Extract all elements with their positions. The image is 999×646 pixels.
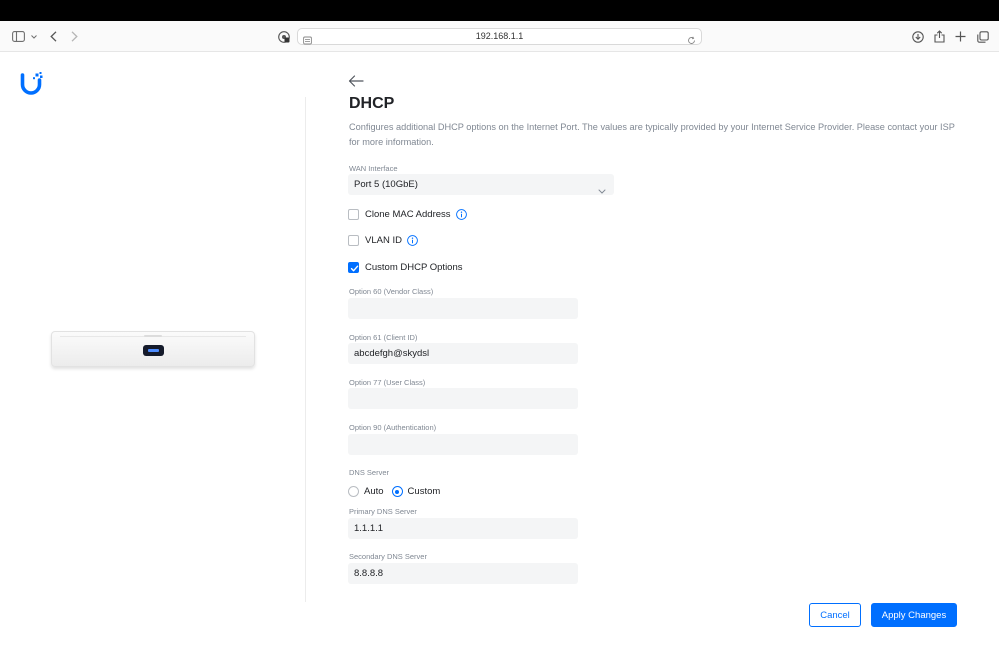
- wan-interface-value: Port 5 (10GbE): [354, 179, 418, 190]
- address-bar[interactable]: 192.168.1.1: [297, 28, 702, 45]
- page-title: DHCP: [349, 95, 395, 112]
- custom-dhcp-row[interactable]: Custom DHCP Options: [348, 260, 463, 274]
- option-61-label: Option 61 (Client ID): [349, 333, 418, 342]
- custom-dhcp-checkbox[interactable]: [348, 261, 359, 273]
- site-privacy-icon[interactable]: [277, 21, 291, 52]
- cancel-button[interactable]: Cancel: [809, 603, 861, 627]
- reload-icon[interactable]: [687, 32, 696, 50]
- secondary-dns-input[interactable]: [348, 563, 578, 584]
- info-icon[interactable]: [455, 208, 467, 220]
- vlan-id-label: VLAN ID: [365, 234, 402, 246]
- device-display: [143, 345, 164, 356]
- forward-nav-icon[interactable]: [68, 21, 80, 52]
- dns-custom-label: Custom: [407, 486, 441, 497]
- tab-overview-icon[interactable]: [976, 21, 989, 52]
- checkmark-icon: [350, 265, 359, 271]
- system-menu-bar: [0, 0, 999, 21]
- device-image: [51, 331, 255, 367]
- url-text: 192.168.1.1: [475, 31, 524, 41]
- wan-interface-label: WAN Interface: [349, 164, 398, 173]
- apply-changes-button[interactable]: Apply Changes: [871, 603, 957, 627]
- option-77-label: Option 77 (User Class): [349, 378, 426, 387]
- option-60-input[interactable]: [348, 298, 578, 319]
- dns-auto-label: Auto: [364, 486, 384, 497]
- info-icon[interactable]: [407, 234, 418, 246]
- panel-divider: [305, 97, 306, 602]
- dns-custom-radio[interactable]: [391, 486, 403, 497]
- back-nav-icon[interactable]: [47, 21, 59, 52]
- clone-mac-label: Clone MAC Address: [365, 208, 451, 220]
- new-tab-icon[interactable]: [954, 21, 967, 52]
- clone-mac-checkbox[interactable]: [348, 208, 359, 220]
- share-icon[interactable]: [933, 21, 946, 52]
- primary-dns-label: Primary DNS Server: [349, 507, 417, 516]
- option-60-label: Option 60 (Vendor Class): [349, 287, 434, 296]
- option-61-input[interactable]: [348, 343, 578, 364]
- option-90-label: Option 90 (Authentication): [349, 423, 437, 432]
- secondary-dns-label: Secondary DNS Server: [349, 552, 427, 561]
- clone-mac-row[interactable]: Clone MAC Address: [348, 207, 467, 221]
- vlan-id-checkbox[interactable]: [348, 234, 359, 246]
- primary-dns-input[interactable]: [348, 518, 578, 539]
- browser-toolbar: 192.168.1.1: [0, 21, 999, 52]
- ubiquiti-logo-icon[interactable]: [20, 72, 44, 101]
- option-77-input[interactable]: [348, 388, 578, 409]
- back-arrow-icon[interactable]: [348, 74, 366, 90]
- chevron-down-icon: [598, 181, 606, 199]
- option-90-input[interactable]: [348, 434, 578, 455]
- page-description: Configures additional DHCP options on th…: [349, 122, 955, 147]
- custom-dhcp-label: Custom DHCP Options: [365, 261, 463, 273]
- dns-auto-radio[interactable]: [348, 486, 359, 497]
- dns-server-label: DNS Server: [349, 468, 390, 477]
- download-icon[interactable]: [911, 21, 924, 52]
- vlan-id-row[interactable]: VLAN ID: [348, 233, 418, 247]
- wan-interface-select[interactable]: Port 5 (10GbE): [348, 174, 614, 195]
- chevron-down-icon[interactable]: [29, 21, 39, 52]
- sidebar-toggle-icon[interactable]: [10, 21, 26, 52]
- dns-mode-radio-group: Auto Custom: [348, 485, 440, 498]
